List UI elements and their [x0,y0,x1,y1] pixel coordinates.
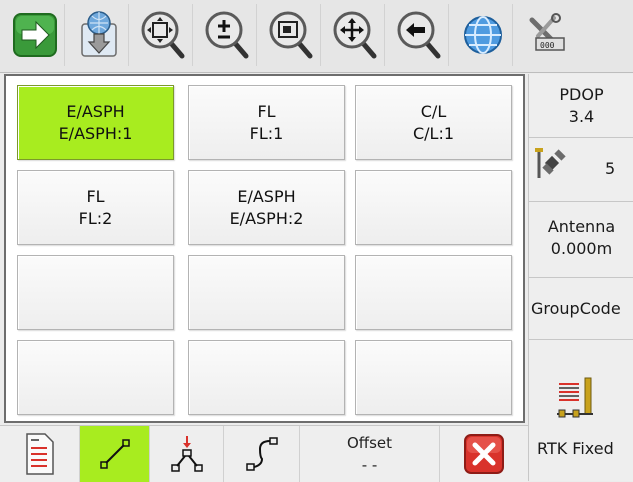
code-button-empty[interactable] [17,340,174,415]
close-button[interactable] [440,426,528,482]
rtk-status-label: RTK Fixed [537,439,614,458]
code-label: FL [257,101,276,121]
code-button-empty[interactable] [355,255,512,330]
zoom-window-button[interactable] [262,4,321,66]
code-label: C/L [420,101,447,121]
code-label: E/ASPH [237,186,296,206]
line-icon [99,439,130,469]
code-label: FL [86,186,105,206]
line-mode-button[interactable] [80,426,150,482]
pdop-label: PDOP [559,85,604,104]
code-button-empty[interactable] [188,255,345,330]
offset-button[interactable]: Offset - - [300,426,440,482]
globe-button[interactable] [454,4,513,66]
top-toolbar: 000 [0,0,633,73]
tools-button[interactable]: 000 [516,4,576,66]
code-instance: E/ASPH:1 [58,123,133,143]
code-instance: E/ASPH:2 [229,208,304,228]
rtk-status-display[interactable]: RTK Fixed [529,340,633,481]
zoom-window-icon [269,11,313,59]
offset-value: - - [361,456,378,474]
split-line-button[interactable] [150,426,224,482]
pan-button[interactable] [326,4,385,66]
status-panel: PDOP 3.4 5 Antenna 0.000m GroupCode RTK … [528,74,633,481]
code-grid: E/ASPH E/ASPH:1 FL FL:1 C/L C/L:1 FL FL:… [4,74,525,423]
code-instance: C/L:1 [412,123,455,143]
notes-button[interactable] [0,426,80,482]
globe-icon [464,16,502,54]
close-icon [464,434,504,474]
split-line-icon [170,436,203,472]
code-instance: FL:1 [249,123,284,143]
code-label: E/ASPH [66,101,125,121]
bottom-toolbar: Offset - - [0,425,528,482]
zoom-fit-icon [141,11,185,59]
pdop-display[interactable]: PDOP 3.4 [529,74,633,138]
code-button[interactable]: FL FL:2 [17,170,174,245]
code-button-empty[interactable] [17,255,174,330]
satellite-display[interactable]: 5 [529,138,633,202]
next-button[interactable] [6,4,65,66]
arrow-right-icon [13,13,57,57]
antenna-display[interactable]: Antenna 0.000m [529,202,633,278]
code-button[interactable]: E/ASPH E/ASPH:2 [188,170,345,245]
group-code-button[interactable]: GroupCode [529,278,633,340]
antenna-label: Antenna [547,217,616,236]
code-button-empty[interactable] [355,340,512,415]
pan-icon [333,11,377,59]
code-button-empty[interactable] [188,340,345,415]
curve-mode-button[interactable] [224,426,300,482]
rtk-link-icon [557,377,593,418]
pdop-value: 3.4 [568,107,595,126]
tools-icon: 000 [529,13,565,51]
zoom-in-out-button[interactable] [198,4,257,66]
satellite-count: 5 [605,159,616,178]
code-button[interactable]: FL FL:1 [188,85,345,160]
download-globe-icon [81,11,117,57]
zoom-previous-icon [397,11,441,59]
zoom-previous-button[interactable] [390,4,449,66]
group-code-label: GroupCode [531,299,621,318]
code-button[interactable]: C/L C/L:1 [355,85,512,160]
satellite-icon [535,148,566,178]
curve-icon [245,437,278,471]
offset-label: Offset [346,434,393,452]
zoom-fit-button[interactable] [134,4,193,66]
antenna-height: 0.000m [550,239,613,258]
zoom-in-out-icon [205,11,249,59]
svg-text:000: 000 [540,41,555,50]
code-instance: FL:2 [78,208,113,228]
notes-icon [25,433,54,475]
code-button-empty[interactable] [355,170,512,245]
code-button[interactable]: E/ASPH E/ASPH:1 [17,85,174,160]
download-button[interactable] [70,4,129,66]
